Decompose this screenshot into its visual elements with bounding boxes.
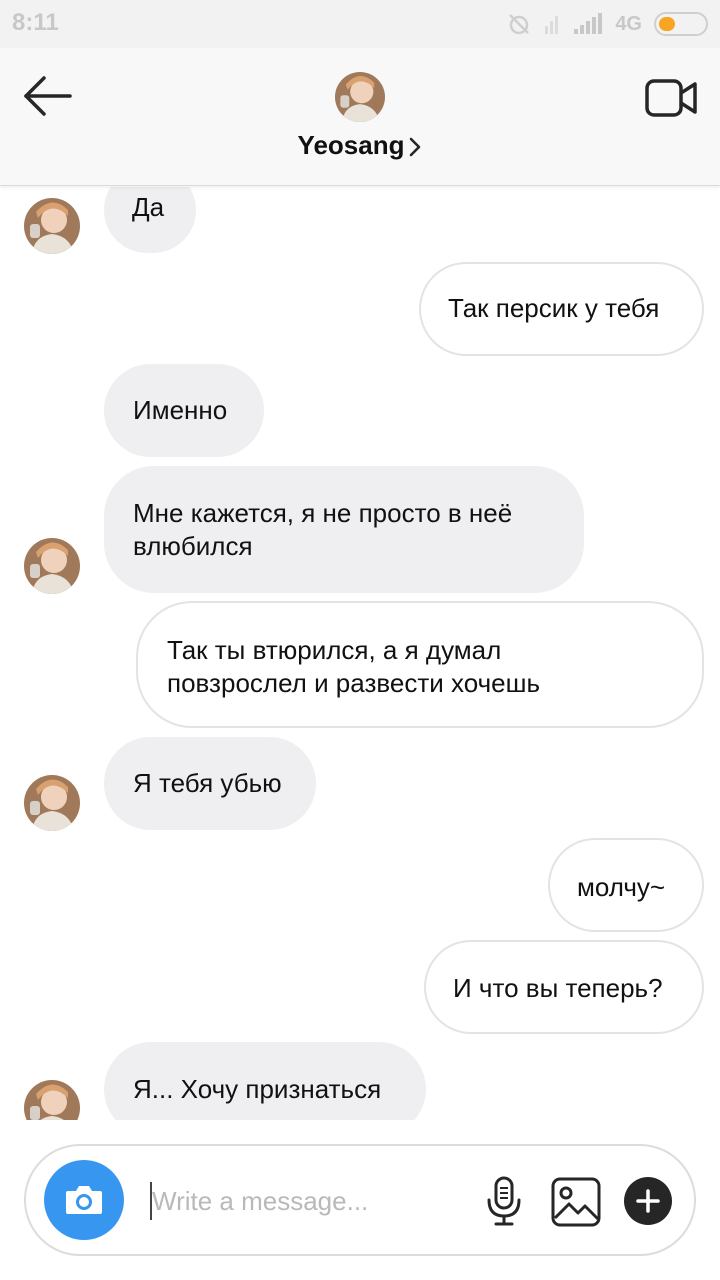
message-bubble-incoming[interactable]: Я тебя убью: [104, 737, 316, 830]
message-input[interactable]: [152, 1176, 472, 1226]
message-bubble-incoming[interactable]: Я... Хочу признаться: [104, 1042, 426, 1120]
video-call-button[interactable]: [644, 76, 698, 120]
message-text: Я... Хочу признаться: [133, 1074, 382, 1104]
message-text: Так персик у тебя: [448, 293, 660, 323]
message-text: И что вы теперь?: [453, 973, 663, 1003]
avatar[interactable]: [24, 1080, 80, 1120]
battery-icon: [654, 12, 708, 36]
message-bubble-incoming[interactable]: Мне кажется, я не просто в неё влюбился: [104, 466, 584, 593]
message-bubble-incoming[interactable]: Именно: [104, 364, 264, 457]
message-text: Я тебя убью: [133, 768, 282, 798]
contact-name: Yeosang: [297, 130, 405, 160]
avatar[interactable]: [24, 198, 80, 254]
camera-icon: [66, 1186, 102, 1214]
status-icons: 4G: [507, 10, 708, 38]
status-bar: 8:11 4G: [0, 0, 720, 48]
chat-header: Yeosang: [0, 48, 720, 186]
message-text: Да: [132, 192, 165, 222]
plus-icon: [636, 1189, 660, 1213]
message-bubble-outgoing[interactable]: И что вы теперь?: [424, 940, 704, 1034]
message-text: молчу~: [577, 872, 666, 902]
gallery-icon: [551, 1177, 601, 1227]
voice-message-button[interactable]: [482, 1176, 526, 1228]
gallery-button[interactable]: [550, 1176, 602, 1228]
avatar[interactable]: [24, 775, 80, 831]
contact-avatar[interactable]: [335, 72, 385, 122]
message-bubble-outgoing[interactable]: Так персик у тебя: [419, 262, 704, 356]
back-button[interactable]: [18, 70, 78, 122]
more-options-button[interactable]: [624, 1177, 672, 1225]
message-bubble-outgoing[interactable]: Так ты втюрился, а я думал повзрослел и …: [136, 601, 704, 728]
camera-button[interactable]: [44, 1160, 124, 1240]
chevron-right-icon: [410, 137, 421, 157]
message-text: Мне кажется, я не просто в неё влюбился: [133, 498, 513, 561]
network-type: 4G: [615, 12, 642, 35]
status-time: 8:11: [12, 9, 59, 36]
message-text: Именно: [133, 395, 228, 425]
arrow-left-icon: [24, 76, 72, 116]
signal-icon: [574, 13, 603, 34]
microphone-icon: [487, 1176, 521, 1226]
video-call-icon: [645, 79, 697, 117]
message-bubble-incoming[interactable]: Да: [104, 187, 196, 253]
message-composer: [24, 1144, 696, 1256]
signal-empty-icon: [545, 16, 559, 34]
message-list[interactable]: Да Так персик у тебя Именно Мне кажется,…: [0, 187, 720, 1120]
contact-name-link[interactable]: Yeosang: [0, 130, 720, 161]
alarm-off-icon: [509, 14, 530, 35]
avatar[interactable]: [24, 538, 80, 594]
message-text: Так ты втюрился, а я думал повзрослел и …: [167, 635, 541, 698]
message-bubble-outgoing[interactable]: молчу~: [548, 838, 704, 932]
